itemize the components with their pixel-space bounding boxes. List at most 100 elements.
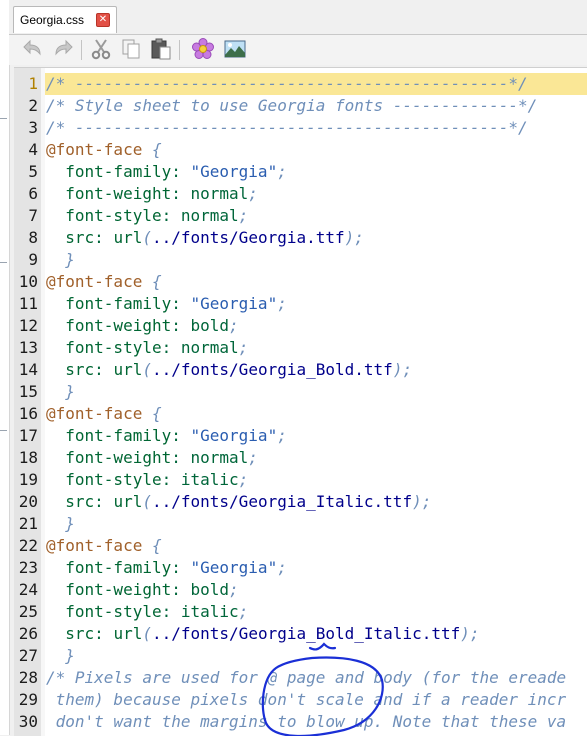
code-token: ( [142,360,152,379]
code-line[interactable]: don't want the margins to blow up. Note … [46,711,567,733]
code-token: @font-face [46,272,143,291]
close-icon[interactable]: ✕ [96,13,110,27]
code-token: ); [412,492,432,511]
code-token: src [46,492,95,511]
code-editor[interactable]: 1 /* ------------------------------------… [14,67,587,736]
flower-button[interactable] [191,37,215,61]
code-line[interactable]: font-style: normal; [46,337,248,359]
image-button[interactable] [223,37,247,61]
code-token: url [113,492,143,511]
code-token: font-weight [46,580,172,599]
code-line[interactable]: src: url(../fonts/Georgia.ttf); [46,227,364,249]
code-token: ; [229,316,239,335]
code-line[interactable]: } [46,381,75,403]
code-line[interactable]: src: url(../fonts/Georgia_Bold.ttf); [46,359,412,381]
line-number: 13 [18,338,38,357]
code-line[interactable]: them) because pixels don't scale and if … [46,689,567,711]
tab-label: Georgia.css [20,13,85,27]
code-line[interactable]: font-family: "Georgia"; [46,293,287,315]
code-line[interactable]: font-weight: bold; [46,579,238,601]
code-line[interactable]: font-weight: normal; [46,447,258,469]
code-line[interactable]: @font-face { [46,139,162,161]
line-number: 28 [18,668,38,687]
code-token: font-style [46,470,162,489]
code-token: font-family [46,558,172,577]
code-line[interactable]: font-weight: bold; [46,315,239,337]
pane-divider-mark [0,262,7,263]
code-token: font-weight [46,316,172,335]
line-number: 19 [18,470,38,489]
code-line[interactable]: font-style: normal; [46,205,248,227]
code-token: { [142,404,162,423]
line-number: 23 [18,558,38,577]
code-token: "Georgia" [190,426,278,445]
code-token: ; [248,448,258,467]
code-token: : normal [171,184,249,203]
code-line[interactable]: /* -------------------------------------… [46,73,528,95]
code-line[interactable]: /* Style sheet to use Georgia fonts ----… [46,95,537,117]
code-token: font-family [46,426,172,445]
code-token: ; [238,206,249,225]
code-line[interactable]: font-style: italic; [46,469,248,491]
code-token: { [142,272,162,291]
redo-button[interactable] [51,37,75,61]
code-token: font-style [46,602,162,621]
code-token: font-family [46,162,172,181]
pane-divider-mark [0,118,7,119]
code-line[interactable]: src: url(../fonts/Georgia_Italic.ttf); [46,491,431,513]
code-token: @font-face [46,536,143,555]
image-icon [224,40,246,58]
paste-button[interactable] [149,37,173,61]
code-line[interactable]: } [46,645,75,667]
line-number: 1 [28,74,38,93]
code-token: : italic [161,602,239,621]
code-token: src [46,228,95,247]
code-line[interactable]: font-family: "Georgia"; [46,161,287,183]
code-line[interactable]: @font-face { [46,535,162,557]
code-token: ); [460,624,480,643]
code-line[interactable]: font-family: "Georgia"; [46,557,287,579]
code-token: ../fonts/Georgia_Bold_Italic.ttf [151,624,461,643]
line-number: 25 [18,602,38,621]
code-token: } [46,382,75,401]
code-line[interactable]: /* -------------------------------------… [46,117,528,139]
code-token: ; [277,426,287,445]
code-token: ; [277,558,287,577]
code-line[interactable]: } [46,249,75,271]
code-token: /* -------------------------------------… [46,118,528,137]
clipboard-icon [151,38,171,60]
scissors-icon [91,39,111,60]
line-number: 24 [18,580,38,599]
line-number: 5 [28,162,38,181]
code-line[interactable]: src: url(../fonts/Georgia_Bold_Italic.tt… [46,623,480,645]
code-line[interactable]: font-style: italic; [46,601,248,623]
code-token: : [94,624,114,643]
code-token: ( [142,492,152,511]
code-token: font-weight [46,184,172,203]
code-line[interactable]: font-weight: normal; [46,183,258,205]
code-token: { [142,140,162,159]
code-token: them) because pixels don't scale and if … [46,690,567,709]
code-token: font-weight [46,448,172,467]
tab-georgia-css[interactable]: Georgia.css ✕ [13,6,117,33]
code-line[interactable]: @font-face { [46,271,162,293]
toolbar-separator [81,40,82,60]
toolbar [9,35,587,65]
line-number: 27 [18,646,38,665]
code-token: : [94,492,114,511]
undo-button[interactable] [21,37,45,61]
code-token: : normal [161,206,239,225]
code-line[interactable]: } [46,513,75,535]
line-number: 22 [18,536,38,555]
code-line[interactable]: @font-face { [46,403,162,425]
code-line[interactable]: /* Pixels are used for @ page and body (… [46,667,566,689]
copy-button[interactable] [119,37,143,61]
cut-button[interactable] [89,37,113,61]
code-token: src [46,624,95,643]
code-token: font-family [46,294,172,313]
code-token: ); [344,228,364,247]
code-token: ; [238,602,249,621]
code-line[interactable]: font-family: "Georgia"; [46,425,287,447]
code-token: url [113,624,143,643]
code-token: : [94,360,114,379]
